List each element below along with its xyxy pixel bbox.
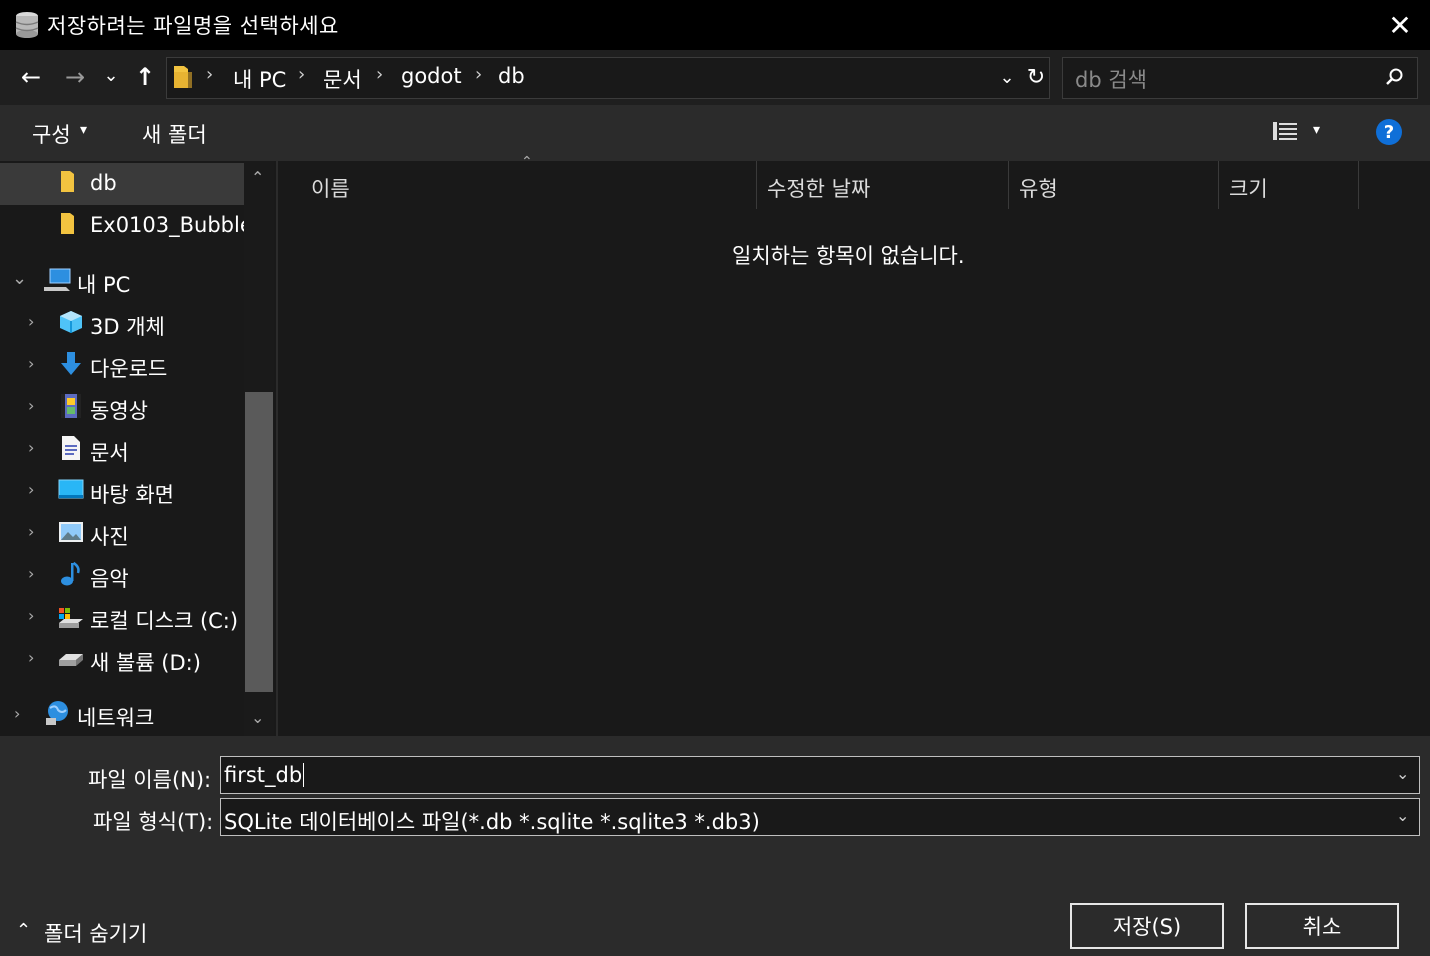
chevron-down-icon[interactable]: ⌄ <box>12 268 27 289</box>
scroll-down-button[interactable]: ⌄ <box>251 708 264 727</box>
sidebar-item-label: 사진 <box>90 525 129 549</box>
chevron-right-icon[interactable]: › <box>28 438 34 457</box>
sidebar-item-label: 로컬 디스크 (C:) <box>90 609 239 633</box>
search-icon[interactable] <box>1383 66 1405 88</box>
view-options-icon[interactable] <box>1272 120 1298 142</box>
database-icon <box>14 11 40 39</box>
sidebar-item-label: 새 볼륨 (D:) <box>90 651 201 675</box>
breadcrumb-separator[interactable]: › <box>298 64 305 85</box>
organize-button[interactable]: 구성 <box>32 119 71 149</box>
chevron-right-icon[interactable]: › <box>28 648 34 667</box>
new-folder-button[interactable]: 새 폴더 <box>142 119 207 149</box>
column-divider[interactable] <box>1008 161 1009 209</box>
sidebar-item-label: 바탕 화면 <box>90 483 174 507</box>
breadcrumb-separator[interactable]: › <box>376 64 383 85</box>
save-button[interactable]: 저장(S) <box>1070 903 1224 949</box>
breadcrumb-item-godot[interactable]: godot <box>401 64 462 88</box>
filename-field[interactable] <box>220 756 1420 794</box>
breadcrumb-item-db[interactable]: db <box>498 64 525 88</box>
filetype-value[interactable]: SQLite 데이터베이스 파일(*.db *.sqlite *.sqlite3… <box>224 806 760 836</box>
breadcrumb-separator[interactable]: › <box>206 64 213 85</box>
folder-icon <box>60 170 78 194</box>
filename-label: 파일 이름(N): <box>88 768 212 792</box>
sidebar-item-label: 3D 개체 <box>90 315 165 339</box>
scroll-up-button[interactable]: ⌃ <box>251 168 264 187</box>
breadcrumb-item-documents[interactable]: 문서 <box>323 64 362 94</box>
column-header-size[interactable]: 크기 <box>1229 173 1268 203</box>
chevron-right-icon[interactable]: › <box>28 480 34 499</box>
3d-objects-icon <box>58 309 84 335</box>
sort-ascending-icon: ⌃ <box>521 154 533 170</box>
sidebar-item-label: 내 PC <box>77 273 131 297</box>
column-header-date-modified[interactable]: 수정한 날짜 <box>767 173 870 203</box>
up-button[interactable]: ↑ <box>130 60 160 94</box>
window-title: 저장하려는 파일명을 선택하세요 <box>47 14 339 38</box>
sidebar-item-label: 동영상 <box>90 399 148 423</box>
breadcrumb-separator[interactable]: › <box>475 64 482 85</box>
close-button[interactable]: ✕ <box>1380 5 1420 45</box>
column-header-type[interactable]: 유형 <box>1019 173 1058 203</box>
document-icon <box>60 435 82 461</box>
filename-dropdown-icon[interactable]: ⌄ <box>1396 764 1409 783</box>
chevron-right-icon[interactable]: › <box>28 354 34 373</box>
sidebar-item-label: 음악 <box>90 567 129 591</box>
filetype-label: 파일 형식(T): <box>93 810 214 834</box>
chevron-right-icon[interactable]: › <box>28 522 34 541</box>
column-divider[interactable] <box>756 161 757 209</box>
hide-folders-button[interactable]: 폴더 숨기기 <box>44 918 147 948</box>
help-icon[interactable]: ? <box>1376 119 1402 145</box>
chevron-right-icon[interactable]: › <box>28 396 34 415</box>
drive-icon <box>58 652 84 668</box>
breadcrumb-item-my-pc[interactable]: 내 PC <box>233 64 286 94</box>
chevron-right-icon[interactable]: › <box>14 704 20 723</box>
search-placeholder: db 검색 <box>1075 68 1147 92</box>
column-divider[interactable] <box>1218 161 1219 209</box>
download-icon <box>60 351 82 377</box>
sidebar-item-label: db <box>90 171 117 195</box>
network-icon <box>44 700 72 726</box>
address-dropdown-button[interactable]: ⌄ <box>996 62 1018 92</box>
column-divider[interactable] <box>1358 161 1359 209</box>
sidebar-item-label: 다운로드 <box>90 357 168 381</box>
sidebar-item-label: Ex0103_BubbleS <box>90 213 244 237</box>
view-dropdown-icon[interactable]: ▾ <box>1313 122 1320 138</box>
filename-value[interactable]: first_db <box>224 763 305 787</box>
toolbar <box>0 105 1430 161</box>
filetype-dropdown-icon[interactable]: ⌄ <box>1396 806 1409 825</box>
chevron-right-icon[interactable]: › <box>28 564 34 583</box>
recent-locations-button[interactable]: ⌄ <box>100 58 122 92</box>
empty-list-message: 일치하는 항목이 없습니다. <box>732 244 965 268</box>
sidebar-item-label: 네트워크 <box>77 706 155 730</box>
music-icon <box>60 561 82 587</box>
chevron-up-icon[interactable]: ⌃ <box>16 920 31 941</box>
sidebar-item-label: 문서 <box>90 441 129 465</box>
sidebar-scrollbar-thumb[interactable] <box>245 392 273 692</box>
forward-button[interactable]: → <box>60 60 90 94</box>
chevron-right-icon[interactable]: › <box>28 606 34 625</box>
column-header-name[interactable]: 이름 <box>311 173 350 203</box>
folder-icon <box>172 64 194 90</box>
back-button[interactable]: ← <box>16 60 46 94</box>
refresh-button[interactable]: ↻ <box>1022 62 1050 92</box>
desktop-icon <box>58 479 84 501</box>
folder-icon <box>60 212 78 236</box>
cancel-button[interactable]: 취소 <box>1245 903 1399 949</box>
local-disk-icon <box>58 607 84 629</box>
computer-icon <box>44 267 72 293</box>
video-icon <box>60 393 82 419</box>
chevron-right-icon[interactable]: › <box>28 312 34 331</box>
chevron-down-icon[interactable]: ▾ <box>80 122 87 138</box>
sidebar-item-db[interactable] <box>0 163 244 205</box>
pictures-icon <box>58 521 84 543</box>
